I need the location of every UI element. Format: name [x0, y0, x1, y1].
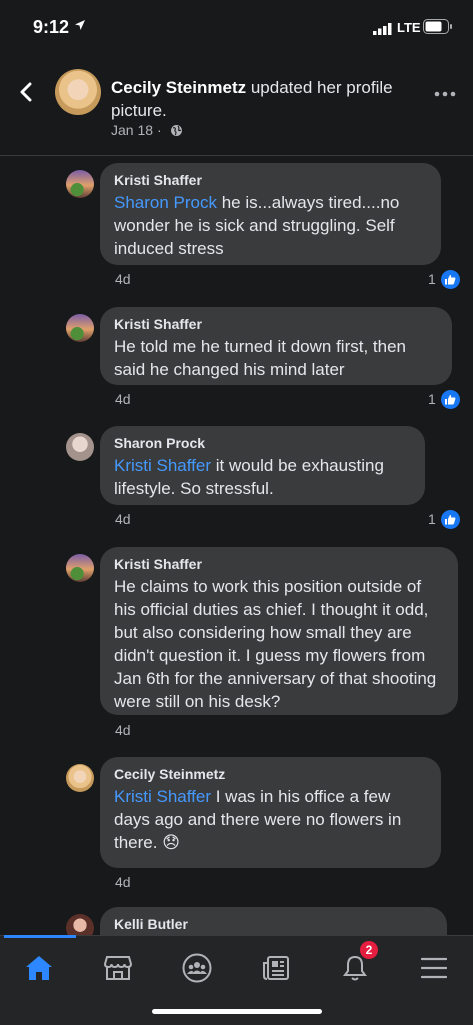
mention-link[interactable]: Kristi Shaffer	[114, 456, 211, 475]
comment-time[interactable]: 4d	[115, 874, 131, 890]
like-icon[interactable]	[441, 270, 460, 289]
commenter-name[interactable]: Cecily Steinmetz	[114, 766, 427, 782]
comment-text: Kristi Shaffer I was in his office a few…	[114, 785, 427, 854]
commenter-name[interactable]: Kelli Butler	[114, 916, 433, 932]
comment-body: He claims to work this position outside …	[114, 577, 437, 711]
commenter-name[interactable]: Kristi Shaffer	[114, 316, 438, 332]
comment-time[interactable]: 4d	[115, 271, 131, 287]
post-meta: Jan 18 ·	[111, 122, 183, 138]
comment-text: He claims to work this position outside …	[114, 575, 444, 713]
commenter-avatar[interactable]	[66, 554, 94, 582]
active-tab-indicator	[4, 935, 76, 938]
comment-bubble: Kristi Shaffer He told me he turned it d…	[100, 307, 452, 385]
globe-icon	[170, 125, 182, 136]
tab-groups[interactable]	[175, 946, 219, 990]
commenter-avatar[interactable]	[66, 314, 94, 342]
battery-icon	[423, 19, 452, 34]
location-arrow-icon	[75, 20, 85, 30]
comment-text: Kristi Shaffer it would be exhausting li…	[114, 454, 411, 500]
back-icon[interactable]	[18, 82, 34, 102]
like-icon[interactable]	[441, 390, 460, 409]
commenter-avatar[interactable]	[66, 170, 94, 198]
like-icon[interactable]	[441, 510, 460, 529]
news-icon	[263, 956, 289, 980]
mention-link[interactable]: Sharon Prock	[114, 193, 217, 212]
home-indicator[interactable]	[152, 1009, 322, 1014]
notifications-badge: 2	[360, 941, 378, 959]
commenter-avatar[interactable]	[66, 433, 94, 461]
clock: 9:12	[33, 17, 70, 37]
author-avatar[interactable]	[55, 69, 101, 115]
comment-bubble: Sharon Prock Kristi Shaffer it would be …	[100, 426, 425, 505]
notifications-icon	[343, 955, 367, 981]
comment-bubble: Kristi Shaffer Sharon Prock he is...alwa…	[100, 163, 441, 265]
meta-separator: ·	[156, 122, 162, 138]
like-count: 1	[428, 511, 436, 527]
comment-bubble: Kristi Shaffer He claims to work this po…	[100, 547, 458, 715]
home-icon	[26, 956, 52, 980]
author-name[interactable]: Cecily Steinmetz	[111, 78, 246, 97]
comment-time[interactable]: 4d	[115, 391, 131, 407]
groups-icon	[182, 953, 212, 983]
signal-icon	[373, 23, 392, 35]
comment-time[interactable]: 4d	[115, 511, 131, 527]
like-count: 1	[428, 391, 436, 407]
marketplace-icon	[104, 956, 132, 980]
like-count: 1	[428, 271, 436, 287]
tab-news[interactable]	[254, 946, 298, 990]
comment-body: He told me he turned it down first, then…	[114, 337, 406, 379]
tab-menu[interactable]	[412, 946, 456, 990]
comment-time[interactable]: 4d	[115, 722, 131, 738]
mention-link[interactable]: Kristi Shaffer	[114, 787, 211, 806]
commenter-avatar[interactable]	[66, 764, 94, 792]
commenter-name[interactable]: Sharon Prock	[114, 435, 411, 451]
tab-home[interactable]	[17, 946, 61, 990]
post-date[interactable]: Jan 18	[111, 122, 153, 138]
comment-text: He told me he turned it down first, then…	[114, 335, 438, 381]
tab-marketplace[interactable]	[96, 946, 140, 990]
network-type: LTE	[397, 20, 421, 35]
post-header: Cecily Steinmetz updated her profile pic…	[0, 60, 473, 156]
status-bar: 9:12 LTE	[0, 0, 473, 50]
comment-bubble: Cecily Steinmetz Kristi Shaffer I was in…	[100, 757, 441, 868]
comment-text: Sharon Prock he is...always tired....no …	[114, 191, 427, 260]
commenter-name[interactable]: Kristi Shaffer	[114, 172, 427, 188]
post-title: Cecily Steinmetz updated her profile pic…	[111, 76, 411, 122]
more-options-icon[interactable]	[434, 91, 456, 97]
commenter-name[interactable]: Kristi Shaffer	[114, 556, 444, 572]
menu-icon	[421, 957, 447, 979]
